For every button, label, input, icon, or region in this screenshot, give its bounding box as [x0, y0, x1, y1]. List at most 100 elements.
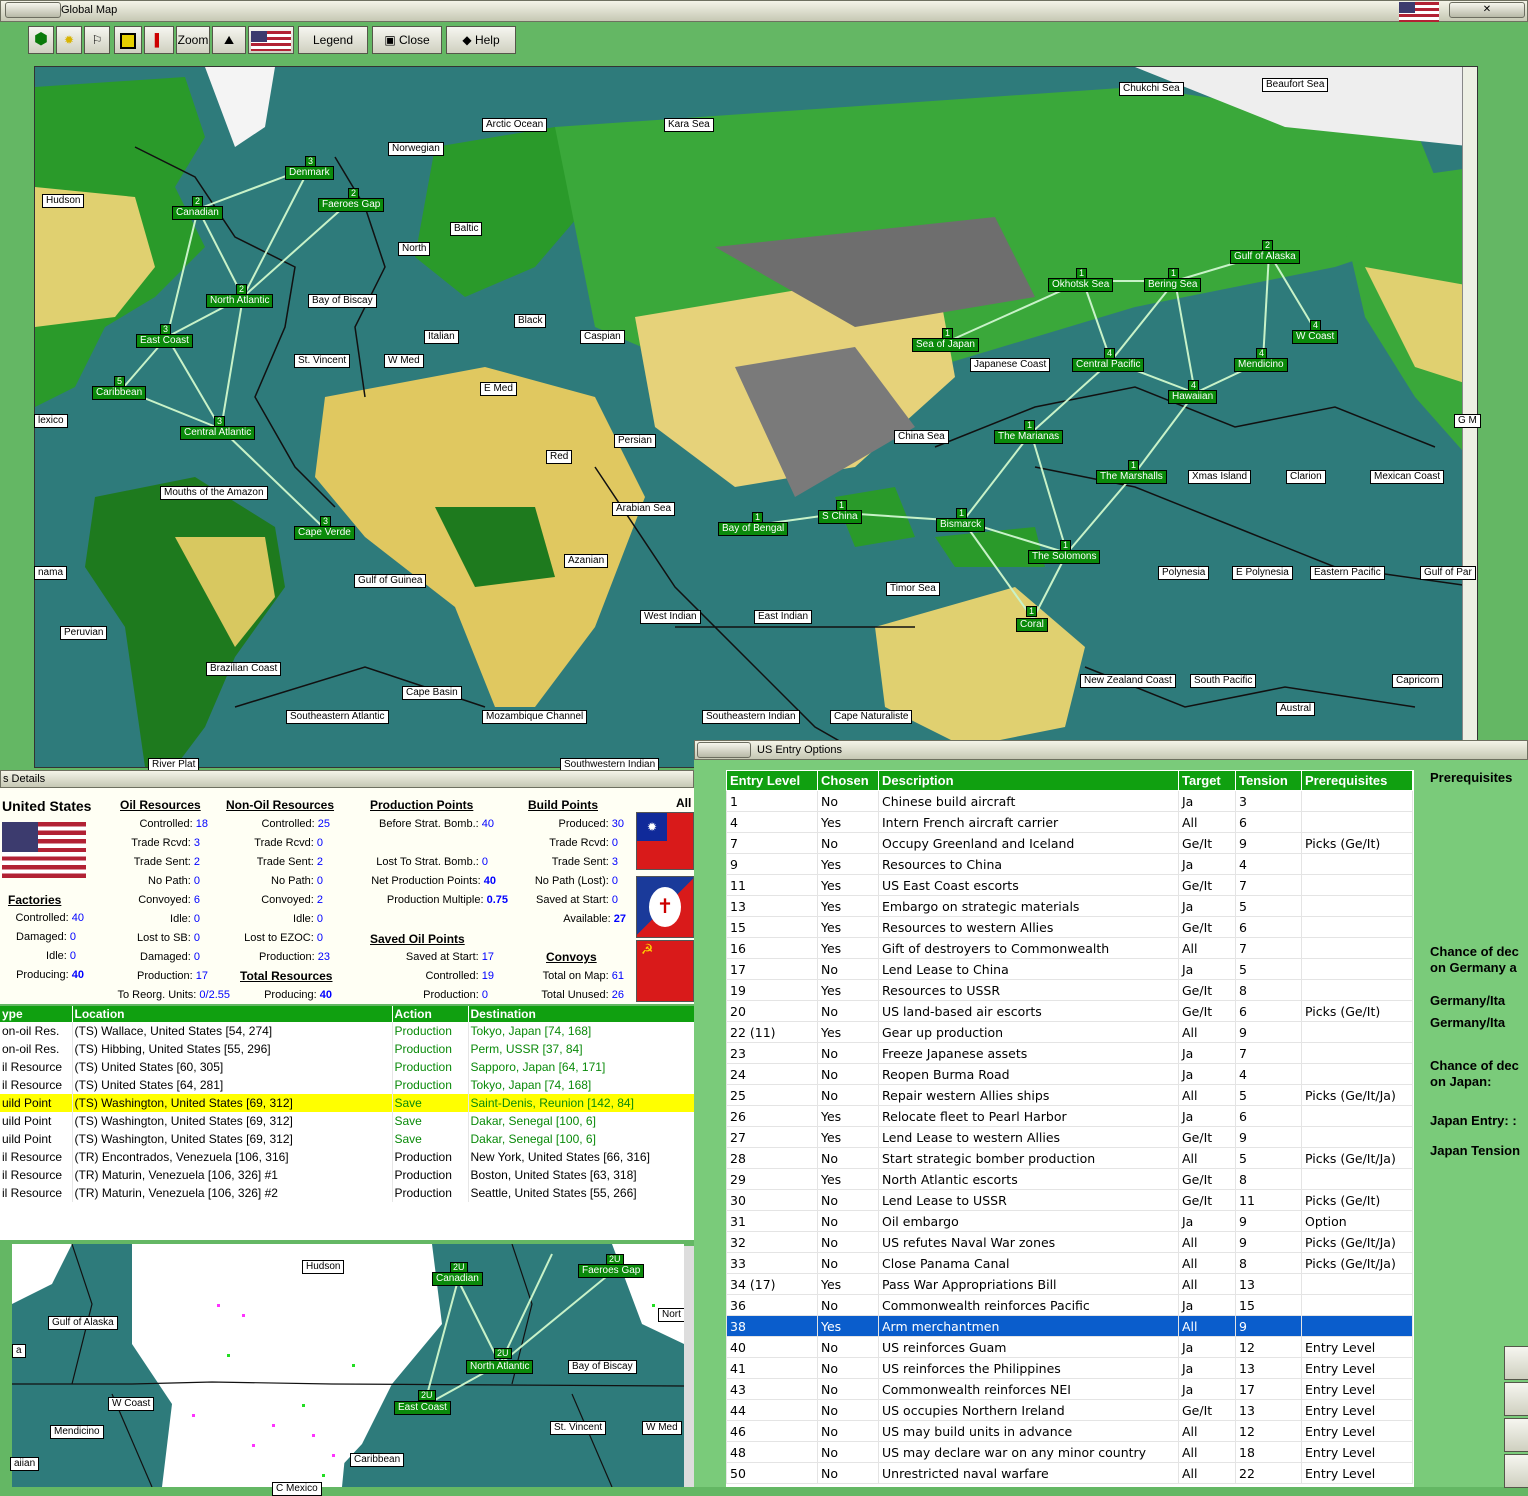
entry-option-row[interactable]: 9 Yes Resources to China Ja 4 [726, 853, 1413, 875]
seazone-marker[interactable]: Mendicino [1234, 358, 1288, 372]
column-header[interactable]: Destination [468, 1006, 695, 1022]
side-button[interactable] [1504, 1418, 1528, 1452]
side-button[interactable] [1504, 1346, 1528, 1380]
entry-option-row[interactable]: 48 No US may declare war on any minor coun… [726, 1441, 1413, 1463]
entry-option-row[interactable]: 20 No US land-based air escorts Ge/It 6 Picks… [726, 1000, 1413, 1022]
seazone-marker[interactable]: Bering Sea [1144, 278, 1202, 292]
seazone-marker[interactable]: The Marshalls [1096, 470, 1167, 484]
seazone-marker[interactable]: North Atlantic [206, 294, 274, 308]
entry-option-row[interactable]: 36 No Commonwealth reinforces Pacific Ja 15 [726, 1294, 1413, 1316]
entry-option-row[interactable]: 24 No Reopen Burma Road Ja 4 [726, 1063, 1413, 1085]
seazone-marker[interactable]: East Coast [394, 1401, 451, 1415]
seazone-marker[interactable]: Sea of Japan [912, 338, 979, 352]
entry-option-row[interactable]: 22 (11) Yes Gear up production All 9 [726, 1021, 1413, 1043]
column-header[interactable]: Description [878, 770, 1179, 791]
seazone-marker[interactable]: Coral [1016, 618, 1048, 632]
seazone-marker[interactable]: North Atlantic [466, 1360, 534, 1374]
seazone-marker[interactable]: Faeroes Gap [578, 1264, 645, 1278]
seazone-marker[interactable]: The Marianas [994, 430, 1064, 444]
seazone-marker[interactable]: S China [818, 510, 862, 524]
entry-option-row[interactable]: 34 (17) Yes Pass War Appropriations Bill Al… [726, 1273, 1413, 1295]
table-row[interactable]: on-oil Res. (TS) Wallace, United States [… [0, 1022, 695, 1040]
seazone-marker[interactable]: Caribbean [92, 386, 147, 400]
thermometer-icon[interactable]: ▌ [144, 26, 174, 54]
flag-marker-icon[interactable]: ⚐ [84, 26, 110, 54]
mini-map-scrollbar[interactable] [684, 1246, 694, 1487]
entry-option-row[interactable]: 15 Yes Resources to western Allies Ge/It 6 [726, 916, 1413, 938]
entry-option-row[interactable]: 33 No Close Panama Canal All 8 Picks (Ge/It/J… [726, 1252, 1413, 1274]
entry-option-row[interactable]: 27 Yes Lend Lease to western Allies Ge/It 9 [726, 1126, 1413, 1148]
entry-option-row[interactable]: 28 No Start strategic bomber production All… [726, 1147, 1413, 1169]
seazone-marker[interactable]: Cape Verde [294, 526, 355, 540]
close-button[interactable]: ▣ Close [372, 26, 442, 54]
terrain-icon[interactable]: ⛰ [212, 26, 246, 54]
close-window-button[interactable]: ✕ [1449, 2, 1525, 18]
entry-option-row[interactable]: 11 Yes US East Coast escorts Ge/It 7 [726, 874, 1413, 896]
help-button[interactable]: ◆ Help [446, 26, 516, 54]
entry-option-row[interactable]: 23 No Freeze Japanese assets Ja 7 [726, 1042, 1413, 1064]
hex-icon[interactable]: ⬢ [28, 26, 54, 54]
table-row[interactable]: il Resource (TR) Encontrados, Venezuela [… [0, 1148, 695, 1166]
seazone-marker[interactable]: Central Atlantic [180, 426, 256, 440]
seazone-marker[interactable]: Denmark [285, 166, 334, 180]
us-flag-button[interactable] [248, 26, 294, 54]
table-row-highlighted[interactable]: uild Point (TS) Washington, United States… [0, 1094, 695, 1112]
entry-option-row[interactable]: 4 Yes Intern French aircraft carrier All 6 [726, 811, 1413, 833]
entry-option-row[interactable]: 26 Yes Relocate fleet to Pearl Harbor Ja 6 [726, 1105, 1413, 1127]
unit-icon[interactable] [114, 26, 142, 54]
zoom-button[interactable]: Zoom [176, 26, 210, 54]
column-header[interactable]: Entry Level [726, 770, 818, 791]
entry-option-row[interactable]: 17 No Lend Lease to China Ja 5 [726, 958, 1413, 980]
table-row[interactable]: il Resource (TR) Maturin, Venezuela [106,… [0, 1184, 695, 1202]
column-header[interactable]: Prerequisites [1301, 770, 1413, 791]
seazone-marker[interactable]: Bay of Bengal [718, 522, 789, 536]
free-french-flag-icon[interactable]: ✝ [636, 876, 694, 938]
entry-option-row-selected[interactable]: 38 Yes Arm merchantmen All 9 [726, 1315, 1413, 1337]
entry-option-row[interactable]: 13 Yes Embargo on strategic materials Ja 5 [726, 895, 1413, 917]
weather-icon[interactable]: ✹ [56, 26, 82, 54]
column-header[interactable]: Target [1178, 770, 1236, 791]
entry-option-row[interactable]: 16 Yes Gift of destroyers to Commonwealth A… [726, 937, 1413, 959]
table-row[interactable]: il Resource (TS) United States [64, 281] P… [0, 1076, 695, 1094]
seazone-marker[interactable]: Central Pacific [1072, 358, 1145, 372]
entry-option-row[interactable]: 19 Yes Resources to USSR Ge/It 8 [726, 979, 1413, 1001]
table-row[interactable]: uild Point (TS) Washington, United States… [0, 1130, 695, 1148]
seazone-marker[interactable]: Faeroes Gap [318, 198, 385, 212]
entry-titlebar[interactable]: US Entry Options [694, 740, 1528, 760]
seazone-marker[interactable]: The Solomons [1028, 550, 1101, 564]
column-header[interactable]: Action [392, 1006, 469, 1022]
table-row[interactable]: il Resource (TS) United States [60, 305] P… [0, 1058, 695, 1076]
column-header[interactable]: Tension [1235, 770, 1302, 791]
side-button[interactable] [1504, 1454, 1528, 1488]
entry-option-row[interactable]: 30 No Lend Lease to USSR Ge/It 11 Picks (Ge/I… [726, 1189, 1413, 1211]
window-menu-button[interactable] [5, 2, 61, 18]
seazone-marker[interactable]: Canadian [432, 1272, 483, 1286]
window-menu-button[interactable] [697, 742, 751, 758]
seazone-marker[interactable]: Okhotsk Sea [1048, 278, 1114, 292]
entry-option-row[interactable]: 40 No US reinforces Guam Ja 12 Entry Level [726, 1336, 1413, 1358]
table-row[interactable]: on-oil Res. (TS) Hibbing, United States [… [0, 1040, 695, 1058]
seazone-marker[interactable]: East Coast [136, 334, 193, 348]
seazone-marker[interactable]: Hawaiian [1168, 390, 1218, 404]
table-row[interactable]: il Resource (TR) Maturin, Venezuela [106,… [0, 1166, 695, 1184]
map-titlebar[interactable]: Global Map ✕ [0, 0, 1528, 22]
entry-option-row[interactable]: 32 No US refutes Naval War zones All 9 Picks … [726, 1231, 1413, 1253]
side-button[interactable] [1504, 1382, 1528, 1416]
details-titlebar[interactable]: s Details [0, 770, 694, 788]
entry-option-row[interactable]: 25 No Repair western Allies ships All 5 Picks… [726, 1084, 1413, 1106]
seazone-marker[interactable]: W Coast [1292, 330, 1339, 344]
seazone-marker[interactable]: Gulf of Alaska [1230, 250, 1300, 264]
legend-button[interactable]: Legend [298, 26, 368, 54]
entry-option-row[interactable]: 31 No Oil embargo Ja 9 Option [726, 1210, 1413, 1232]
entry-option-row[interactable]: 7 No Occupy Greenland and Iceland Ge/It 9 Pic… [726, 832, 1413, 854]
entry-option-row[interactable]: 46 No US may build units in advance All 12 En… [726, 1420, 1413, 1442]
column-header[interactable]: ype [0, 1006, 73, 1022]
entry-option-row[interactable]: 1 No Chinese build aircraft Ja 3 [726, 790, 1413, 812]
seazone-marker[interactable]: Bismarck [936, 518, 986, 532]
seazone-marker[interactable]: Canadian [172, 206, 223, 220]
entry-option-row[interactable]: 43 No Commonwealth reinforces NEI Ja 17 Entry… [726, 1378, 1413, 1400]
entry-option-row[interactable]: 41 No US reinforces the Philippines Ja 13 Ent… [726, 1357, 1413, 1379]
china-flag-icon[interactable]: ✹ [636, 812, 694, 870]
soviet-flag-icon[interactable]: ☭ [636, 940, 694, 1002]
column-header[interactable]: Location [72, 1006, 393, 1022]
